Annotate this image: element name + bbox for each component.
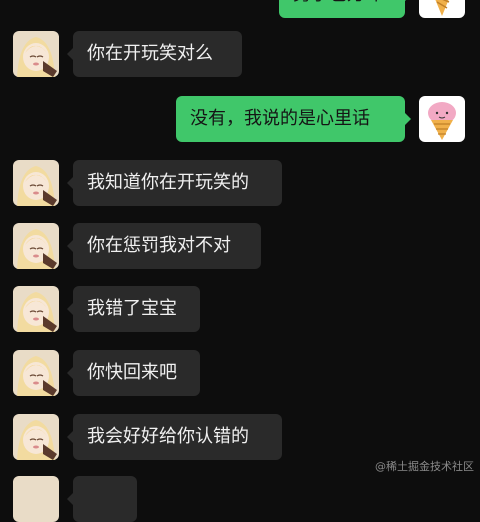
message-row: 我错了宝宝 xyxy=(13,286,200,332)
message-row: 我知道你在开玩笑的 xyxy=(13,160,282,206)
partner-avatar[interactable] xyxy=(13,350,59,396)
message-row: 你在惩罚我对不对 xyxy=(13,223,261,269)
message-bubble[interactable]: 你在开玩笑对么 xyxy=(67,31,242,77)
partner-avatar[interactable] xyxy=(13,286,59,332)
partner-avatar[interactable] xyxy=(13,31,59,77)
message-row: 你快回来吧 xyxy=(13,350,200,396)
self-avatar[interactable] xyxy=(419,0,465,18)
message-row: 没有，我说的是心里话 xyxy=(176,96,465,142)
self-avatar[interactable] xyxy=(419,96,465,142)
message-row: 我会好好给你认错的 xyxy=(13,414,282,460)
message-row: 男子也万咔 xyxy=(279,0,465,18)
message-bubble[interactable]: 我知道你在开玩笑的 xyxy=(67,160,282,206)
partner-avatar[interactable] xyxy=(13,476,59,522)
watermark: @稀土掘金技术社区 xyxy=(375,460,474,473)
message-bubble[interactable]: 你在惩罚我对不对 xyxy=(67,223,261,269)
message-row: 你在开玩笑对么 xyxy=(13,31,242,77)
message-bubble[interactable]: 男子也万咔 xyxy=(279,0,411,18)
message-bubble[interactable]: 我会好好给你认错的 xyxy=(67,414,282,460)
message-bubble[interactable]: 你快回来吧 xyxy=(67,350,200,396)
message-bubble[interactable]: 我错了宝宝 xyxy=(67,286,200,332)
partner-avatar[interactable] xyxy=(13,414,59,460)
message-bubble-partial[interactable] xyxy=(67,476,137,522)
message-row-partial xyxy=(13,476,137,522)
partner-avatar[interactable] xyxy=(13,223,59,269)
message-bubble[interactable]: 没有，我说的是心里话 xyxy=(176,96,411,142)
partner-avatar[interactable] xyxy=(13,160,59,206)
